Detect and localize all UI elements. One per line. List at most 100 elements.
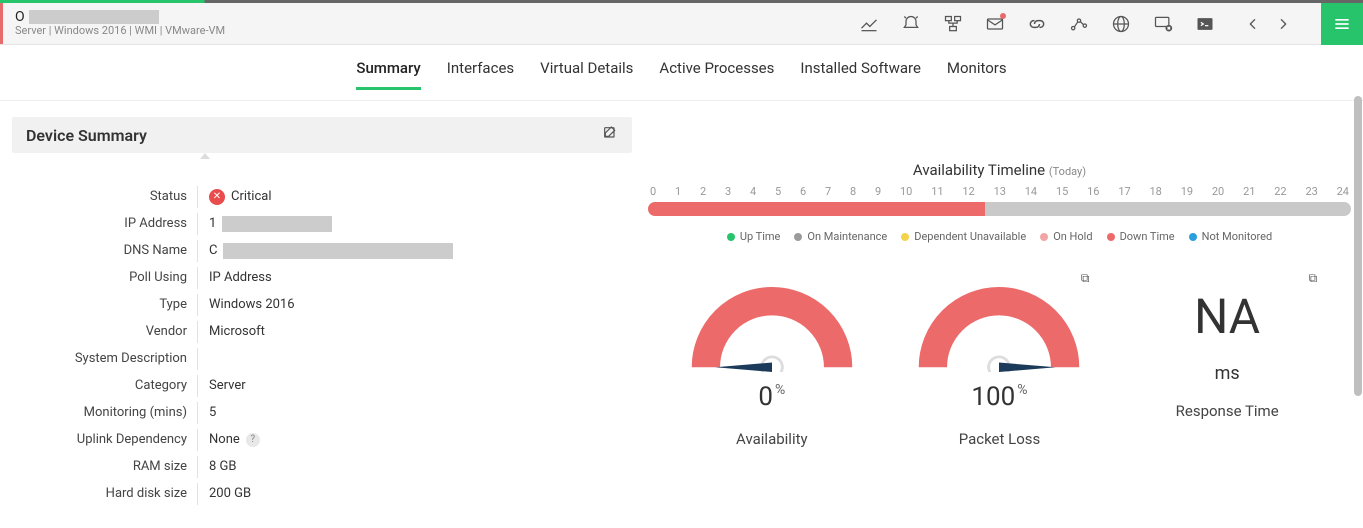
type-value: Windows 2016 <box>209 297 295 312</box>
panel-title: Device Summary <box>26 126 147 145</box>
legend-label: Up Time <box>740 230 781 243</box>
monitor-close-icon[interactable] <box>1153 14 1173 34</box>
axis-tick: 23 <box>1305 185 1317 198</box>
device-initial: O <box>15 10 25 25</box>
gauge-availability: 0% Availability <box>672 287 872 448</box>
gauge-value: 100 <box>971 382 1015 412</box>
gauge-value: NA <box>1194 293 1260 341</box>
timeline-title: Availability Timeline (Today) <box>648 161 1351 179</box>
graph-icon[interactable] <box>1069 14 1089 34</box>
notification-dot <box>1000 13 1006 19</box>
ram-value: 8 GB <box>209 459 237 474</box>
tab-active-processes[interactable]: Active Processes <box>659 59 774 90</box>
gauge-value: 0 <box>758 382 773 412</box>
field-label: Hard disk size <box>12 486 197 501</box>
popout-icon[interactable]: ⧉ <box>1081 271 1090 286</box>
monint-value: 5 <box>209 405 216 420</box>
axis-tick: 1 <box>675 185 681 198</box>
legend-dot <box>1107 233 1115 241</box>
legend-label: On Hold <box>1053 230 1092 243</box>
uplink-value: None <box>209 432 240 447</box>
gauge-label: Availability <box>736 430 808 448</box>
device-meta: Server | Windows 2016 | WMI | VMware-VM <box>15 25 225 37</box>
status-value: Critical <box>231 189 271 204</box>
tab-virtual-details[interactable]: Virtual Details <box>540 59 633 90</box>
chart-icon[interactable] <box>859 14 879 34</box>
axis-tick: 5 <box>775 185 781 198</box>
device-header: O Server | Windows 2016 | WMI | VMware-V… <box>0 3 225 44</box>
tab-interfaces[interactable]: Interfaces <box>447 59 514 90</box>
legend-label: On Maintenance <box>807 230 887 243</box>
axis-tick: 17 <box>1118 185 1130 198</box>
mail-icon[interactable] <box>985 14 1005 34</box>
legend-label: Dependent Unavailable <box>914 230 1026 243</box>
terminal-icon[interactable] <box>1195 14 1215 34</box>
gauge-arc <box>687 287 857 372</box>
network-icon[interactable] <box>943 14 963 34</box>
edit-icon[interactable] <box>602 125 618 145</box>
axis-tick: 11 <box>931 185 943 198</box>
axis-tick: 24 <box>1337 185 1349 198</box>
axis-tick: 0 <box>650 185 656 198</box>
field-label: DNS Name <box>12 243 197 258</box>
legend-label: Not Monitored <box>1202 230 1273 243</box>
field-label: Monitoring (mins) <box>12 405 197 420</box>
axis-tick: 2 <box>700 185 706 198</box>
axis-tick: 6 <box>800 185 806 198</box>
device-summary-table: StatusCritical IP Address1 DNS NameC Pol… <box>12 183 632 507</box>
axis-tick: 18 <box>1150 185 1162 198</box>
field-label: Category <box>12 378 197 393</box>
alarm-icon[interactable] <box>901 14 921 34</box>
axis-tick: 8 <box>850 185 856 198</box>
gauge-unit: % <box>1017 382 1027 398</box>
axis-tick: 22 <box>1274 185 1286 198</box>
tab-monitors[interactable]: Monitors <box>947 59 1007 90</box>
timeline-segment <box>648 202 985 216</box>
tab-installed-software[interactable]: Installed Software <box>800 59 921 90</box>
chevron-left-icon[interactable] <box>1243 14 1263 34</box>
axis-tick: 12 <box>962 185 974 198</box>
category-value: Server <box>209 378 246 393</box>
axis-tick: 7 <box>825 185 831 198</box>
legend-item: Up Time <box>727 230 781 243</box>
vendor-value: Microsoft <box>209 324 265 339</box>
tab-bar: Summary Interfaces Virtual Details Activ… <box>0 45 1363 101</box>
chevron-right-icon[interactable] <box>1273 14 1293 34</box>
legend-dot <box>901 233 909 241</box>
globe-icon[interactable] <box>1111 14 1131 34</box>
axis-tick: 20 <box>1212 185 1224 198</box>
popout-icon[interactable]: ⧉ <box>1309 271 1318 286</box>
field-label: IP Address <box>12 216 197 231</box>
legend-dot <box>1040 233 1048 241</box>
help-icon[interactable]: ? <box>246 433 260 447</box>
panel-header: Device Summary <box>12 117 632 153</box>
timeline-legend: Up Time On Maintenance Dependent Unavailab… <box>648 230 1351 243</box>
timeline-axis: 0123456789101112131415161718192021222324 <box>648 185 1351 198</box>
axis-tick: 13 <box>994 185 1006 198</box>
axis-tick: 16 <box>1087 185 1099 198</box>
field-label: System Description <box>12 351 197 366</box>
field-label: Type <box>12 297 197 312</box>
sort-indicator-icon <box>200 153 210 159</box>
timeline-segment <box>985 202 1351 216</box>
axis-tick: 10 <box>900 185 912 198</box>
gauge-label: Response Time <box>1176 402 1279 420</box>
legend-item: On Hold <box>1040 230 1092 243</box>
scrollbar-thumb[interactable] <box>1354 96 1362 396</box>
gauge-packet-loss: ⧉ 100% Packet Loss <box>899 287 1099 448</box>
legend-item: Not Monitored <box>1189 230 1273 243</box>
field-label: Status <box>12 189 197 204</box>
legend-dot <box>727 233 735 241</box>
critical-icon <box>209 189 225 205</box>
tab-summary[interactable]: Summary <box>356 59 420 90</box>
hamburger-menu[interactable] <box>1321 3 1363 45</box>
axis-tick: 3 <box>725 185 731 198</box>
axis-tick: 14 <box>1025 185 1037 198</box>
axis-tick: 21 <box>1243 185 1255 198</box>
legend-item: Down Time <box>1107 230 1175 243</box>
link-icon[interactable] <box>1027 14 1047 34</box>
legend-dot <box>1189 233 1197 241</box>
timeline-bar <box>648 202 1351 216</box>
legend-item: Dependent Unavailable <box>901 230 1026 243</box>
gauge-unit: % <box>775 382 785 398</box>
